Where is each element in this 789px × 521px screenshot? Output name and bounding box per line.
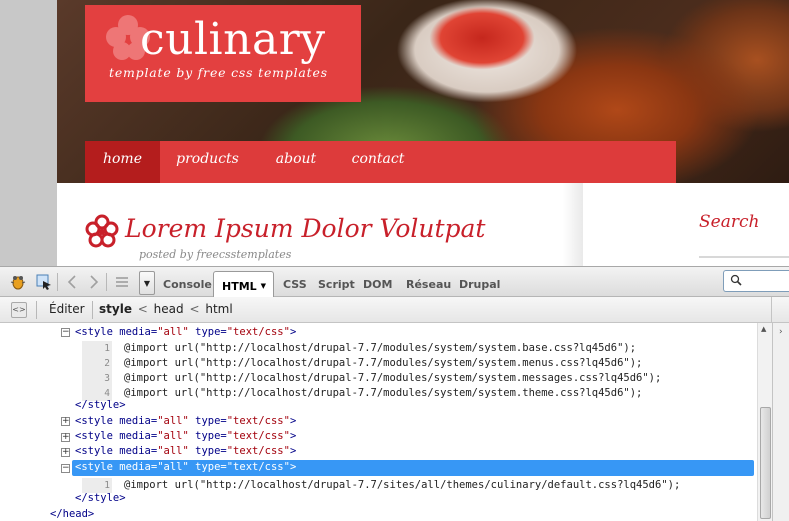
chevron-right-icon[interactable] (84, 272, 104, 292)
nav-item-home[interactable]: home (85, 141, 160, 183)
tab-console[interactable]: Console (163, 276, 212, 298)
chevron-left-icon[interactable] (62, 272, 82, 292)
line-number: 3 (104, 373, 110, 384)
style-close-tag[interactable]: </style> (75, 491, 126, 506)
nav-item-about[interactable]: about (267, 141, 325, 183)
breadcrumb-item-head[interactable]: head (154, 302, 184, 316)
css-import-line[interactable]: @import url("http://localhost/drupal-7.7… (124, 478, 680, 493)
breadcrumb-arrow: < (137, 302, 148, 316)
toolbar-separator (106, 273, 107, 291)
style-open-tag[interactable]: <style media="all" type="text/css"> (75, 325, 296, 340)
scroll-up-icon[interactable]: ▲ (761, 325, 766, 333)
tab-html-label: HTML (222, 280, 257, 293)
selected-node[interactable]: <style media="all" type="text/css"> (72, 460, 754, 476)
chevron-right-icon[interactable]: › (779, 327, 783, 337)
expand-toggle-icon[interactable]: + (61, 417, 70, 426)
logo-box[interactable]: culinary template by free css templates (85, 5, 361, 102)
head-close-tag[interactable]: </head> (50, 507, 94, 521)
search-icon (730, 274, 742, 289)
breadcrumb-separator (92, 301, 93, 319)
chevron-down-icon[interactable]: ▼ (261, 282, 266, 290)
main-navigation: home products about contact (85, 141, 676, 183)
nav-item-contact[interactable]: contact (343, 141, 413, 183)
panel-divider (771, 297, 772, 323)
style-open-tag[interactable]: <style media="all" type="text/css"> (75, 429, 296, 444)
tab-dom[interactable]: DOM (363, 276, 392, 298)
line-number: 2 (104, 358, 110, 369)
firebug-toolbar: ▼ Console HTML ▼ CSS Script DOM Réseau Dr… (0, 266, 789, 298)
flower-bullet-icon (85, 214, 119, 248)
expand-panel-icon[interactable]: <> (11, 302, 27, 318)
page-gutter (0, 0, 57, 266)
style-close-tag[interactable]: </style> (75, 398, 126, 413)
tab-reseau[interactable]: Réseau (406, 276, 451, 298)
style-open-tag[interactable]: <style media="all" type="text/css"> (75, 444, 296, 459)
list-icon[interactable] (112, 272, 132, 292)
expand-toggle-icon[interactable]: + (61, 433, 70, 442)
search-heading: Search (699, 212, 760, 232)
post-meta: posted by freecsstemplates (139, 248, 292, 261)
website-viewport: culinary template by free css templates … (0, 0, 789, 266)
breadcrumb-arrow: < (189, 302, 200, 316)
tab-drupal[interactable]: Drupal (459, 276, 500, 298)
toolbar-separator (57, 273, 58, 291)
expand-toggle-icon[interactable]: + (61, 448, 70, 457)
search-input[interactable] (723, 270, 789, 292)
edit-button[interactable]: Éditer (49, 302, 85, 316)
site-tagline: template by free css templates (109, 65, 328, 80)
scrollbar-thumb[interactable] (760, 407, 771, 519)
line-number: 1 (104, 343, 110, 354)
search-divider (699, 256, 789, 258)
tab-html[interactable]: HTML ▼ (213, 271, 274, 298)
html-source-panel: − <style media="all" type="text/css"> 1 … (0, 323, 772, 521)
css-import-line[interactable]: @import url("http://localhost/drupal-7.7… (124, 356, 642, 371)
breadcrumb-separator (36, 301, 37, 319)
css-import-line[interactable]: @import url("http://localhost/drupal-7.7… (124, 371, 661, 386)
side-panel: › (772, 323, 789, 521)
css-import-line[interactable]: @import url("http://localhost/drupal-7.7… (124, 386, 642, 401)
chevron-down-icon[interactable]: ▼ (139, 271, 155, 295)
post-title[interactable]: Lorem Ipsum Dolor Volutpat (125, 212, 485, 246)
vertical-scrollbar[interactable]: ▲ (757, 323, 772, 521)
style-open-tag[interactable]: <style media="all" type="text/css"> (75, 414, 296, 429)
breadcrumb: <> Éditer style < head < html (0, 297, 789, 323)
collapse-toggle-icon[interactable]: − (61, 464, 70, 473)
style-open-tag: <style media="all" type="text/css"> (75, 461, 297, 473)
collapse-toggle-icon[interactable]: − (61, 328, 70, 337)
tab-css[interactable]: CSS (283, 276, 307, 298)
tab-script[interactable]: Script (318, 276, 355, 298)
nav-item-products[interactable]: products (170, 141, 245, 183)
breadcrumb-item-style[interactable]: style (99, 302, 132, 316)
breadcrumb-item-html[interactable]: html (205, 302, 232, 316)
firebug-icon[interactable] (8, 272, 28, 292)
sidebar-divider (563, 183, 583, 266)
css-import-line[interactable]: @import url("http://localhost/drupal-7.7… (124, 341, 636, 356)
inspect-icon[interactable] (34, 272, 54, 292)
site-title: culinary (140, 14, 326, 65)
breadcrumb-path: style < head < html (99, 302, 233, 316)
